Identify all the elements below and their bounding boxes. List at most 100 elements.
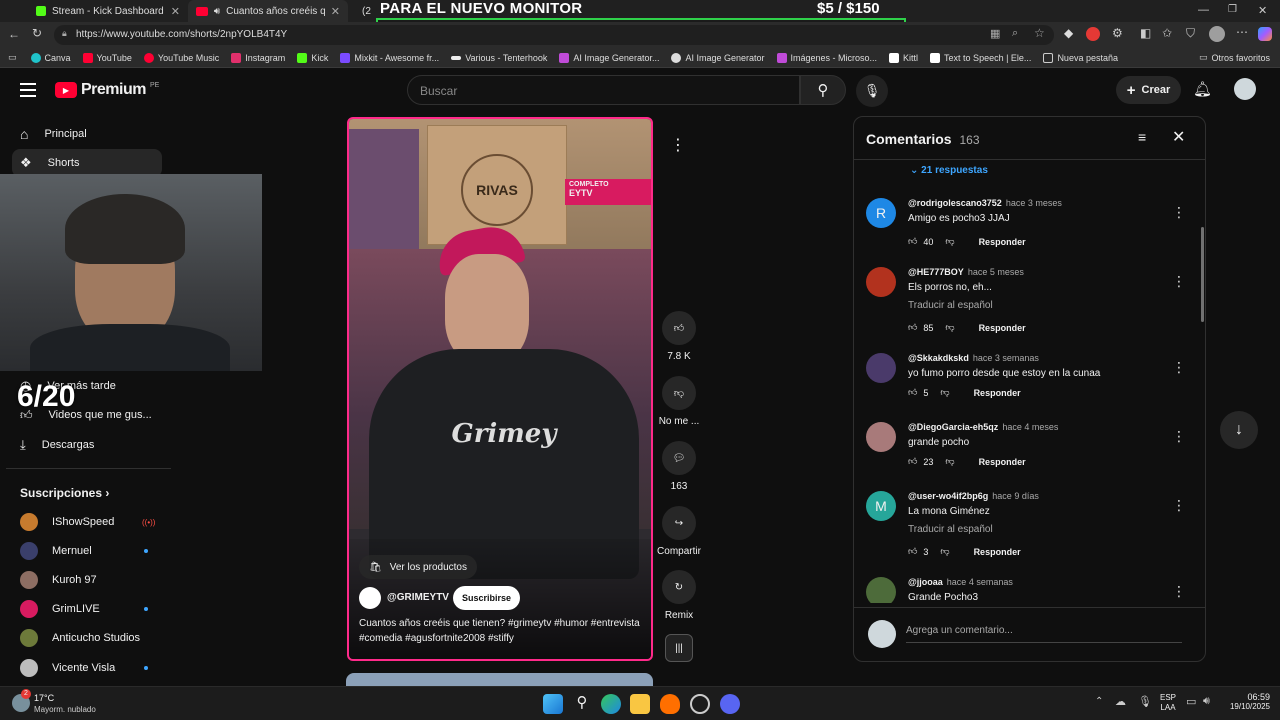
more-vertical-icon[interactable]: ⋮	[1172, 497, 1186, 514]
bookmark[interactable]: Imágenes - Microso...	[776, 52, 877, 63]
language-indicator[interactable]: ESP LAA	[1160, 693, 1176, 713]
translate-link[interactable]: Traducir al español	[908, 524, 993, 535]
comment-author[interactable]: @HE777BOY hace 5 meses	[908, 267, 1024, 277]
avatar[interactable]	[866, 577, 896, 603]
url-field[interactable]: 🔒︎ https://www.youtube.com/shorts/2npYOL…	[54, 25, 1054, 45]
bookmark[interactable]: Various - Tenterhook	[451, 53, 547, 63]
thumbs-up-icon[interactable]: 👍︎	[908, 236, 917, 247]
cloud-icon[interactable]: ☁	[1115, 695, 1126, 708]
more-vertical-icon[interactable]: ⋮	[1172, 583, 1186, 600]
more-vertical-icon[interactable]: ⋮	[1172, 359, 1186, 376]
comment-author[interactable]: @rodrigolescano3752 hace 3 meses	[908, 198, 1062, 208]
close-icon[interactable]: ✕	[1172, 127, 1185, 147]
more-vertical-icon[interactable]: ⋮	[1172, 273, 1186, 290]
dislike-button[interactable]: 👎︎ No me ...	[656, 376, 702, 427]
favorites-icon[interactable]: ✩	[1162, 26, 1172, 40]
search-button[interactable]: ⚲	[800, 75, 846, 105]
bookmark[interactable]: Instagram	[231, 52, 285, 63]
comment-author[interactable]: @jjooaa hace 4 semanas	[908, 577, 1013, 587]
more-vertical-icon[interactable]: ⋮	[670, 135, 686, 155]
tab-actions-icon[interactable]: ▭	[8, 52, 17, 63]
bookmark[interactable]: Nueva pestaña	[1043, 52, 1118, 63]
next-video-button[interactable]: ↓	[1220, 411, 1258, 449]
more-vertical-icon[interactable]: ⋮	[1172, 428, 1186, 445]
bookmark[interactable]: Canva	[30, 52, 71, 63]
replies-toggle[interactable]: ⌄ 21 respuestas	[910, 165, 988, 176]
thumbs-down-icon[interactable]: 👎︎	[940, 546, 949, 557]
bell-icon[interactable]: 🔔︎	[1193, 80, 1212, 98]
tab-kick[interactable]: Stream - Kick Dashboard ✕	[28, 0, 188, 22]
back-icon[interactable]: ←	[8, 27, 20, 41]
file-explorer-icon[interactable]	[630, 694, 650, 714]
chevron-up-icon[interactable]: ⌃	[1095, 696, 1103, 707]
like-button[interactable]: 👍︎ 7.8 K	[656, 311, 702, 362]
sidebar-sub-item[interactable]: Kuroh 97	[20, 569, 97, 591]
profile-avatar[interactable]	[1209, 26, 1225, 42]
sort-icon[interactable]: ≡	[1138, 129, 1146, 145]
bookmark[interactable]: YouTube	[82, 52, 132, 63]
monitor-icon[interactable]: ▭	[1186, 695, 1196, 708]
tab-whatsapp[interactable]: (2	[348, 0, 378, 22]
extension-diamond-icon[interactable]: ◆	[1064, 26, 1073, 40]
avatar[interactable]: M	[866, 491, 896, 521]
bookmark[interactable]: AI Image Generator...	[559, 52, 659, 63]
search-input[interactable]: Buscar	[407, 75, 800, 105]
avatar[interactable]	[866, 353, 896, 383]
avatar[interactable]	[866, 422, 896, 452]
extensions-icon[interactable]: ⚙	[1112, 26, 1123, 40]
extension-red-icon[interactable]	[1086, 27, 1100, 41]
reply-button[interactable]: Responder	[979, 457, 1026, 467]
translate-link[interactable]: Traducir al español	[908, 300, 993, 311]
sound-thumbnail[interactable]: |||	[665, 634, 693, 662]
windows-start-icon[interactable]	[543, 694, 563, 714]
discord-icon[interactable]	[720, 694, 740, 714]
comment-author[interactable]: @user-wo4if2bp6g hace 9 días	[908, 491, 1039, 501]
create-button[interactable]: + Crear	[1116, 76, 1181, 104]
other-favorites[interactable]: ▭ Otros favoritos	[1199, 52, 1270, 63]
tab-youtube[interactable]: 🔊︎ Cuantos años creéis que tien ✕	[188, 0, 348, 22]
bookmark[interactable]: AI Image Generator	[671, 52, 765, 63]
sidebar-sub-item[interactable]: IShowSpeed ((•))	[20, 511, 155, 533]
reload-icon[interactable]: ↻	[32, 26, 42, 40]
avatar[interactable]	[866, 267, 896, 297]
menu-icon[interactable]	[20, 83, 36, 97]
more-icon[interactable]: ⋯	[1236, 25, 1248, 39]
thumbs-down-icon[interactable]: 👎︎	[945, 322, 954, 333]
sidebar-sub-item[interactable]: Vicente Visla	[20, 657, 115, 679]
sidebar-sub-item[interactable]: Anticucho Studios	[20, 627, 140, 649]
search-icon[interactable]: ⚲	[572, 694, 592, 714]
app-icon[interactable]: ▦	[990, 27, 1000, 40]
reply-button[interactable]: Responder	[979, 323, 1026, 333]
sidebar-sub-item[interactable]: GrimLIVE	[20, 598, 100, 620]
thumbs-up-icon[interactable]: 👍︎	[908, 456, 917, 467]
thumbs-up-icon[interactable]: 👍︎	[908, 546, 917, 557]
speaker-icon[interactable]: 🔊︎	[214, 6, 220, 17]
nav-principal[interactable]: ⌂ Principal	[12, 120, 162, 148]
reply-button[interactable]: Responder	[979, 237, 1026, 247]
thumbs-up-icon[interactable]: 👍︎	[908, 322, 917, 333]
bookmark[interactable]: YouTube Music	[143, 52, 219, 63]
next-short-preview[interactable]	[346, 673, 653, 686]
obs-icon[interactable]	[690, 694, 710, 714]
star-icon[interactable]: ☆	[1034, 26, 1045, 40]
subscribe-button[interactable]: Suscribirse	[453, 586, 521, 610]
share-button[interactable]: ↪ Compartir	[652, 506, 706, 557]
voice-search-button[interactable]: 🎙︎	[856, 75, 888, 107]
account-avatar[interactable]	[1234, 78, 1256, 100]
zoom-icon[interactable]: ⌕	[1012, 27, 1018, 40]
bookmark[interactable]: Kick	[297, 52, 328, 63]
youtube-logo[interactable]: ▶ Premium PE	[55, 81, 159, 99]
nav-descargas[interactable]: ⤓ Descargas	[12, 431, 162, 459]
minimize-icon[interactable]: —	[1198, 4, 1209, 16]
comment-author[interactable]: @Skkakdkskd hace 3 semanas	[908, 353, 1039, 363]
thumbs-down-icon[interactable]: 👎︎	[940, 387, 949, 398]
remix-button[interactable]: ↻ Remix	[656, 570, 702, 621]
short-video-player[interactable]: RIVAS COMPLETO EYTV Grimey 🛍︎ Ver los pro…	[347, 117, 653, 661]
brave-icon[interactable]	[660, 694, 680, 714]
products-button[interactable]: 🛍︎ Ver los productos	[359, 555, 477, 579]
maximize-icon[interactable]: ❐	[1228, 4, 1237, 15]
thumbs-down-icon[interactable]: 👎︎	[945, 236, 954, 247]
thumbs-up-icon[interactable]: 👍︎	[908, 387, 917, 398]
volume-icon[interactable]: 🔊︎	[1203, 695, 1210, 708]
more-vertical-icon[interactable]: ⋮	[1172, 204, 1186, 221]
